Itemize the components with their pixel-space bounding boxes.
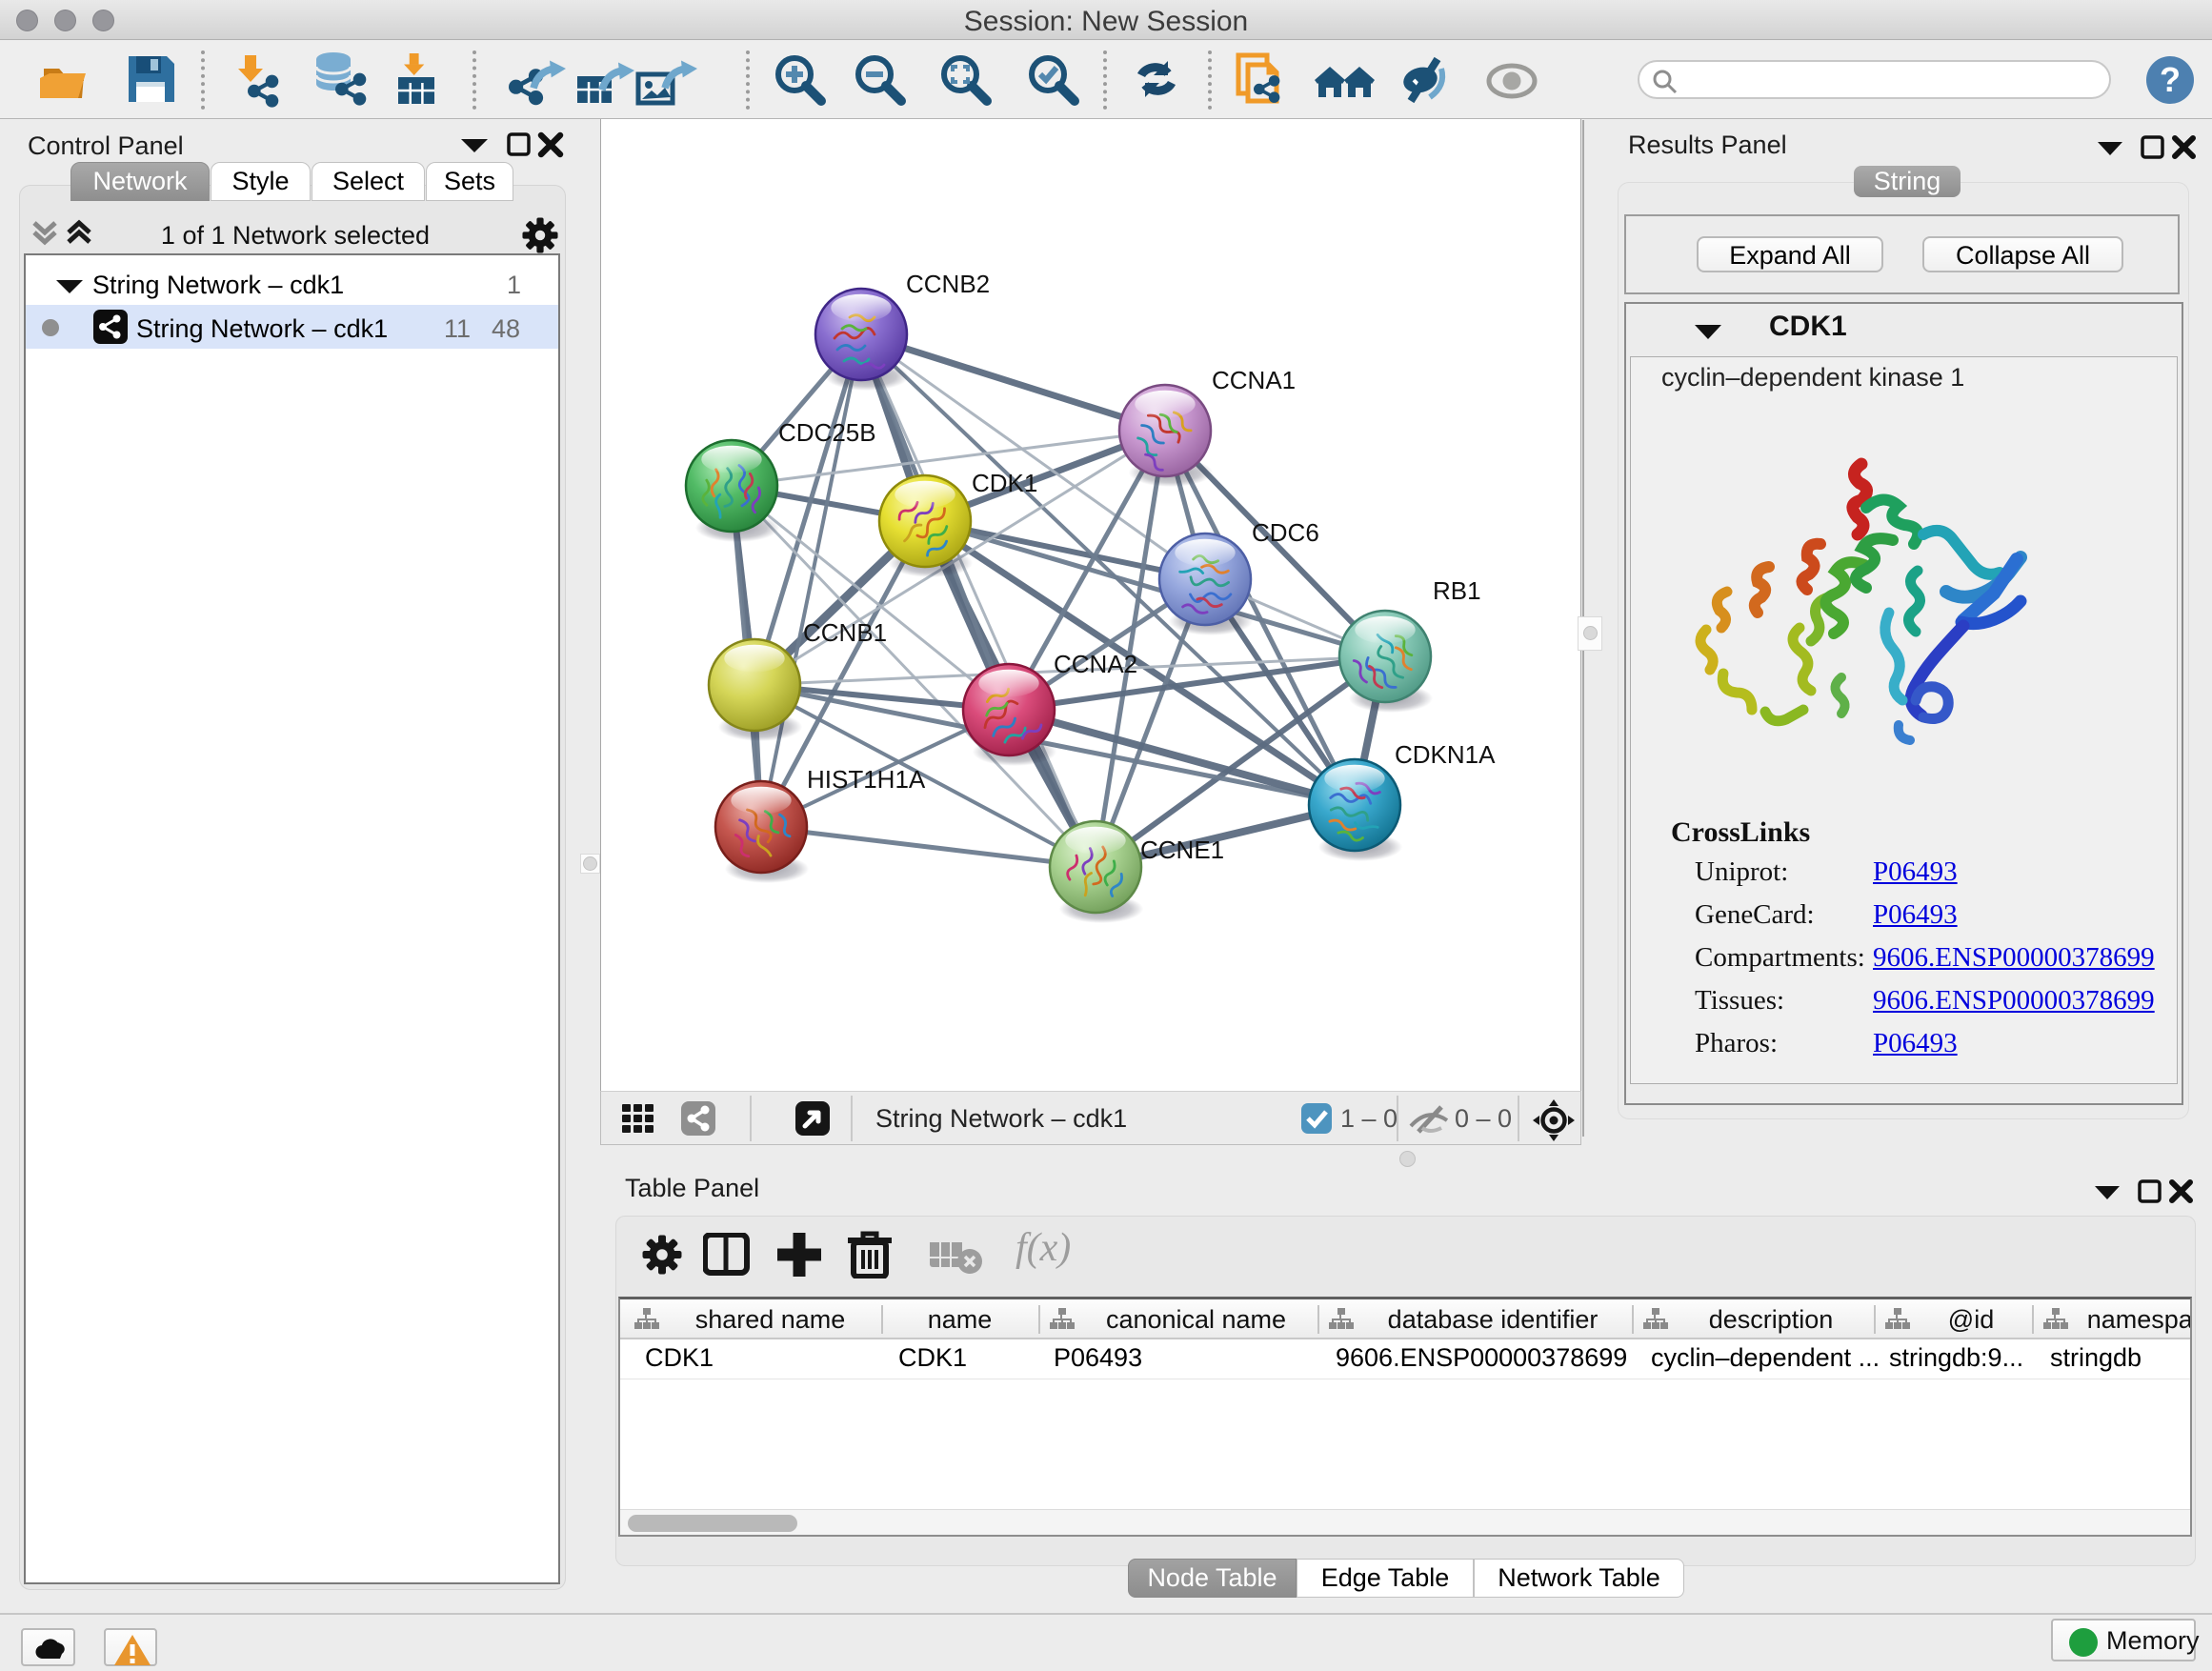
svg-text:CCNB1: CCNB1 <box>803 618 887 647</box>
svg-text:?: ? <box>2160 60 2181 99</box>
svg-text:CCNB2: CCNB2 <box>906 270 990 298</box>
svg-text:CCNE1: CCNE1 <box>1140 836 1224 864</box>
svg-text:RB1: RB1 <box>1433 576 1481 605</box>
svg-text:CDC6: CDC6 <box>1252 518 1319 547</box>
svg-text:CCNA2: CCNA2 <box>1054 650 1137 678</box>
svg-text:CCNA1: CCNA1 <box>1212 366 1296 394</box>
svg-text:CDK1: CDK1 <box>972 469 1037 497</box>
svg-text:CDKN1A: CDKN1A <box>1395 740 1496 769</box>
svg-text:HIST1H1A: HIST1H1A <box>807 765 926 794</box>
svg-text:CDC25B: CDC25B <box>778 418 876 447</box>
